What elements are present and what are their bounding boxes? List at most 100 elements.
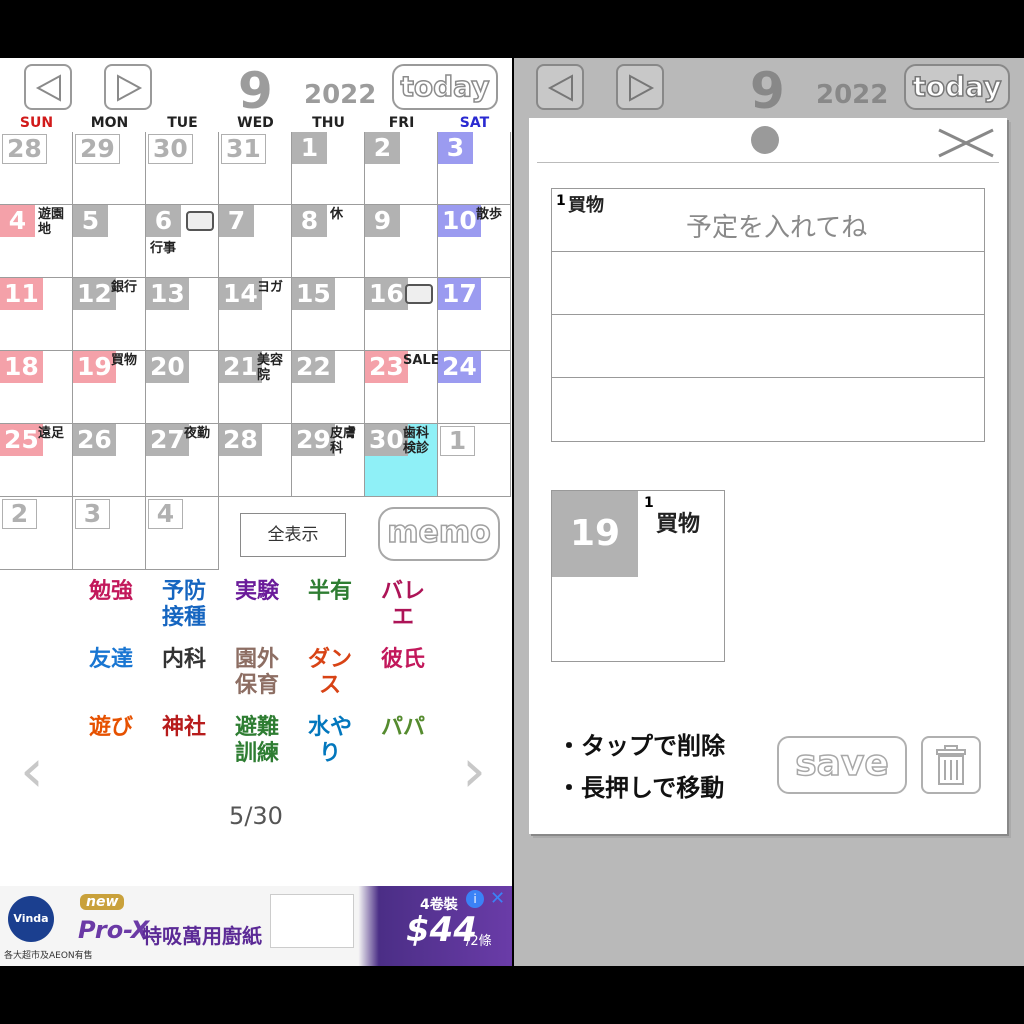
day-cell[interactable]: 18 bbox=[0, 351, 73, 424]
day-cell[interactable]: 14 ヨガ bbox=[219, 278, 292, 351]
day-stamp[interactable]: ヨガ bbox=[257, 280, 291, 295]
show-all-button[interactable]: 全表示 bbox=[240, 513, 346, 557]
month-grid: 28 29 30 31 1 2 3 4 遊園地 5 6 行事 7 8 休 9 10 散歩 11 12 銀行 13 14 ヨガ 1… bbox=[0, 132, 512, 570]
memo-button[interactable]: memo bbox=[378, 507, 500, 561]
day-cell[interactable]: 11 bbox=[0, 278, 73, 351]
day-cell[interactable]: 28 bbox=[0, 132, 73, 205]
ad-product-image bbox=[270, 894, 354, 948]
day-cell[interactable]: 27 夜勤 bbox=[146, 424, 219, 497]
day-cell[interactable]: 12 銀行 bbox=[73, 278, 146, 351]
schedule-input-placeholder[interactable]: 予定を入れてね bbox=[686, 207, 867, 244]
day-stamp[interactable]: 歯科検診 bbox=[403, 426, 437, 456]
dimmed-year: 2022 bbox=[816, 80, 889, 110]
day-cell[interactable]: 7 bbox=[219, 205, 292, 278]
stamp-option[interactable]: バレエ bbox=[372, 574, 434, 636]
day-cell[interactable]: 9 bbox=[365, 205, 438, 278]
stamp-option[interactable]: 勉強 bbox=[80, 574, 142, 636]
day-stamp[interactable]: 美容院 bbox=[257, 353, 291, 383]
ad-unit: /2條 bbox=[466, 934, 492, 949]
stamp-option[interactable]: 神社 bbox=[153, 710, 215, 772]
day-cell[interactable]: 15 bbox=[292, 278, 365, 351]
day-cell[interactable]: 31 bbox=[219, 132, 292, 205]
day-number: 4 bbox=[0, 205, 35, 237]
prev-month-button[interactable] bbox=[24, 64, 72, 110]
day-number: 8 bbox=[292, 205, 327, 237]
day-cell[interactable]: 10 散歩 bbox=[438, 205, 511, 278]
day-number: 1 bbox=[440, 426, 475, 456]
day-cell[interactable]: 8休 bbox=[292, 205, 365, 278]
day-stamp[interactable]: 銀行 bbox=[111, 280, 145, 295]
stamp-option[interactable]: 避難訓練 bbox=[226, 710, 288, 772]
day-cell[interactable]: 1 bbox=[292, 132, 365, 205]
day-stamp[interactable]: SALE bbox=[403, 353, 440, 368]
day-cell[interactable]: 2 bbox=[0, 497, 73, 570]
day-cell[interactable]: 4 bbox=[146, 497, 219, 570]
day-number: 29 bbox=[75, 134, 120, 164]
day-stamp[interactable]: 行事 bbox=[150, 241, 176, 256]
day-cell[interactable]: 24 bbox=[438, 351, 511, 424]
day-cell[interactable]: 19 買物 bbox=[73, 351, 146, 424]
day-cell[interactable]: 5 bbox=[73, 205, 146, 278]
day-stamp[interactable]: 皮膚科 bbox=[330, 426, 364, 456]
stamp-option[interactable]: 水やり bbox=[299, 710, 361, 772]
stamp-option[interactable]: パパ bbox=[372, 710, 434, 772]
day-stamp[interactable]: 遠足 bbox=[38, 426, 72, 441]
day-cell[interactable]: 30 歯科検診 bbox=[365, 424, 438, 497]
ad-info-icon[interactable]: i bbox=[466, 890, 484, 908]
day-stamp[interactable]: 休 bbox=[330, 207, 364, 222]
close-icon[interactable] bbox=[937, 128, 995, 158]
stamp-option[interactable]: 遊び bbox=[80, 710, 142, 772]
preview-stamp: 買物 bbox=[656, 512, 701, 537]
day-cell[interactable]: 13 bbox=[146, 278, 219, 351]
day-cell[interactable]: 28 bbox=[219, 424, 292, 497]
day-cell[interactable]: 20 bbox=[146, 351, 219, 424]
stamp-option[interactable]: 友達 bbox=[80, 642, 142, 704]
day-cell[interactable]: 26 bbox=[73, 424, 146, 497]
weekday-label: WED bbox=[237, 115, 274, 131]
schedule-row[interactable] bbox=[552, 315, 984, 378]
day-cell[interactable]: 25 遠足 bbox=[0, 424, 73, 497]
delete-button[interactable] bbox=[921, 736, 981, 794]
day-stamp[interactable]: 夜勤 bbox=[184, 426, 218, 441]
day-cell[interactable]: 1 bbox=[438, 424, 511, 497]
stamp-option[interactable]: 彼氏 bbox=[372, 642, 434, 704]
day-cell[interactable]: 30 bbox=[146, 132, 219, 205]
day-cell[interactable]: 29 bbox=[73, 132, 146, 205]
entry-stamp[interactable]: 買物 bbox=[568, 195, 616, 217]
day-cell[interactable]: 4 遊園地 bbox=[0, 205, 73, 278]
day-cell[interactable]: 22 bbox=[292, 351, 365, 424]
save-button[interactable]: save bbox=[777, 736, 907, 794]
day-cell[interactable]: 29 皮膚科 bbox=[292, 424, 365, 497]
day-stamp[interactable]: 遊園地 bbox=[38, 207, 72, 237]
stamp-option[interactable]: 半有 bbox=[299, 574, 361, 636]
stamp-option[interactable]: 実験 bbox=[226, 574, 288, 636]
day-number: 2 bbox=[2, 499, 37, 529]
schedule-editor-modal: 1 買物 予定を入れてね 19 1 買物 ・タップで削除 ・長押しで移動 sav… bbox=[529, 118, 1007, 834]
prev-page-arrow[interactable]: ‹ bbox=[20, 736, 44, 806]
day-cell[interactable]: 17 bbox=[438, 278, 511, 351]
stamp-option[interactable]: 園外保育 bbox=[226, 642, 288, 704]
day-cell[interactable]: 3 bbox=[73, 497, 146, 570]
schedule-row[interactable] bbox=[552, 378, 984, 441]
day-stamp[interactable]: 散歩 bbox=[476, 207, 510, 222]
next-month-button[interactable] bbox=[104, 64, 152, 110]
day-cell[interactable]: 23 SALE bbox=[365, 351, 440, 424]
stamp-option[interactable]: 予防接種 bbox=[153, 574, 215, 636]
schedule-row[interactable] bbox=[552, 252, 984, 315]
stamp-option[interactable]: ダンス bbox=[299, 642, 361, 704]
day-cell[interactable]: 3 bbox=[438, 132, 511, 205]
schedule-row[interactable]: 1 買物 予定を入れてね bbox=[552, 189, 984, 252]
day-cell[interactable]: 6 行事 bbox=[146, 205, 219, 278]
day-number: 31 bbox=[221, 134, 266, 164]
ad-close-icon[interactable]: ✕ bbox=[490, 888, 505, 909]
day-cell[interactable]: 21 美容院 bbox=[219, 351, 292, 424]
ad-banner[interactable]: Vinda new Pro-X 特吸萬用廚紙 4卷裝 $44 /2條 i ✕ 各… bbox=[0, 886, 512, 966]
day-cell[interactable]: 2 bbox=[365, 132, 438, 205]
stamp-option[interactable]: 内科 bbox=[153, 642, 215, 704]
day-stamp[interactable]: 買物 bbox=[111, 353, 145, 368]
next-page-arrow[interactable]: › bbox=[462, 736, 486, 806]
day-number: 30 bbox=[148, 134, 193, 164]
today-button[interactable]: today bbox=[392, 64, 498, 110]
preview-entry-index: 1 bbox=[644, 495, 654, 511]
day-cell[interactable]: 16 bbox=[365, 278, 438, 351]
